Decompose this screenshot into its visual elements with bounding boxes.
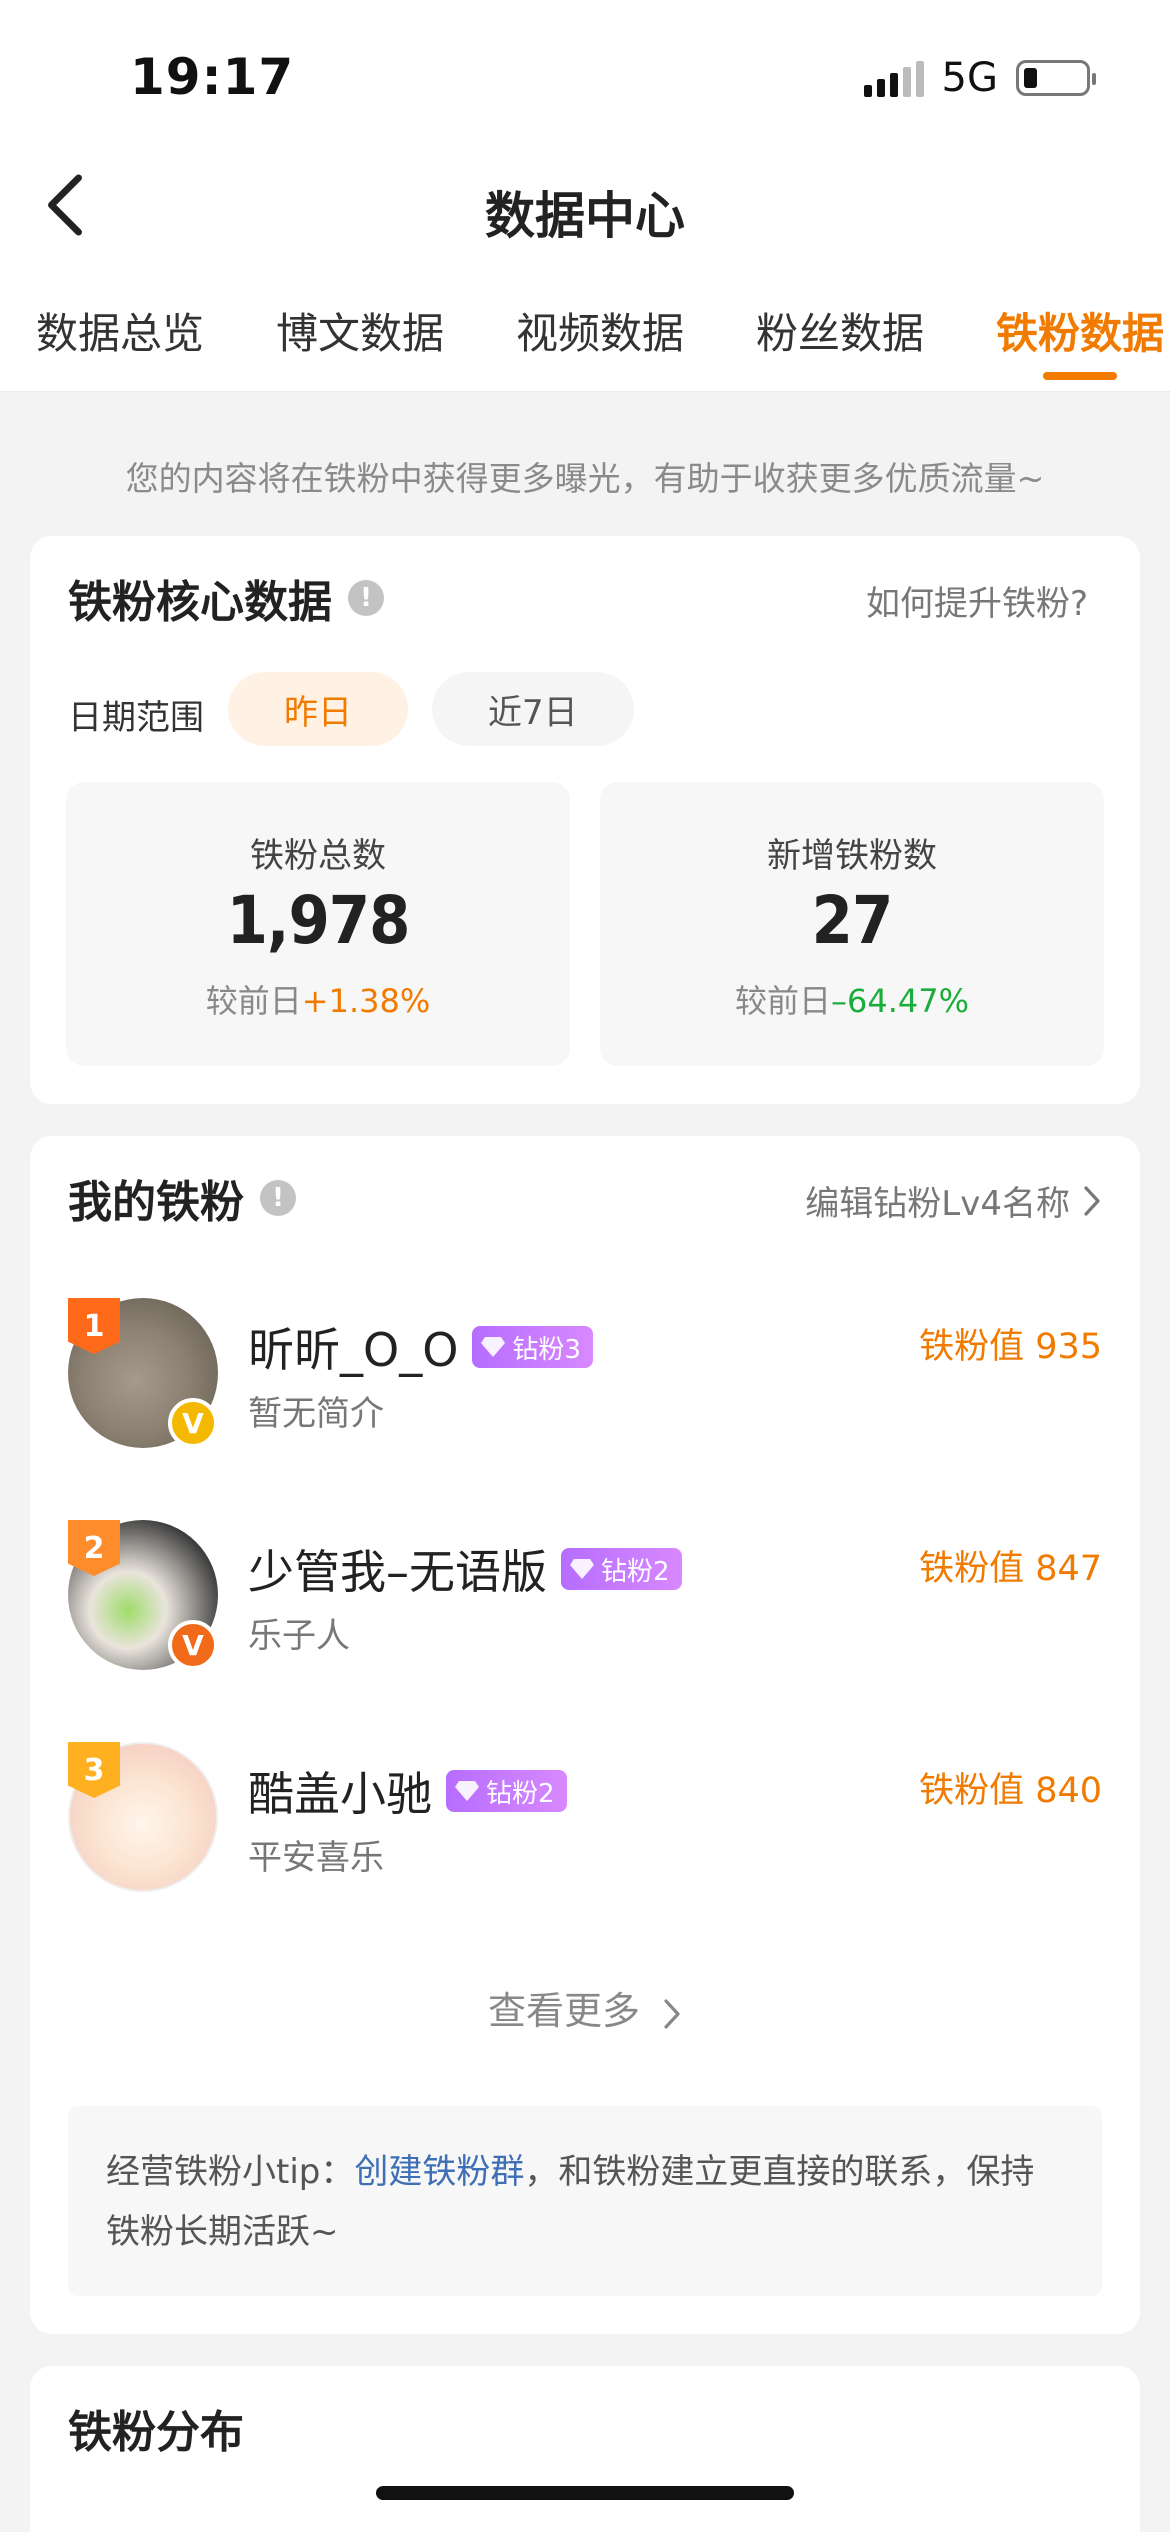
info-icon[interactable]: ! bbox=[260, 1180, 296, 1216]
nav-bar: 数据中心 bbox=[0, 140, 1170, 280]
signal-icon bbox=[863, 59, 924, 97]
diamond-level-badge: 钻粉3 bbox=[472, 1326, 593, 1368]
diamond-level-badge: 钻粉2 bbox=[446, 1770, 567, 1812]
stat-value: 27 bbox=[811, 882, 894, 959]
stat-label: 铁粉总数 bbox=[250, 836, 386, 876]
my-fans-card: 我的铁粉 ! 编辑钻粉Lv4名称 1 V 昕昕_O_O 钻粉3 暂无简介 铁粉值… bbox=[30, 1136, 1140, 2334]
date-option-yesterday[interactable]: 昨日 bbox=[228, 672, 408, 746]
my-fans-title-text: 我的铁粉 bbox=[68, 1177, 244, 1228]
stat-change: 较前日+1.38% bbox=[66, 976, 570, 1022]
tip-prefix: 经营铁粉小tip： bbox=[106, 2152, 355, 2192]
fan-row[interactable]: 2 V 少管我–无语版 钻粉2 乐子人 铁粉值 847 bbox=[68, 1520, 1102, 1680]
stat-label: 新增铁粉数 bbox=[767, 836, 937, 876]
level-badge-text: 钻粉2 bbox=[601, 1556, 670, 1587]
fan-score: 铁粉值 847 bbox=[919, 1549, 1102, 1589]
fan-name-text: 酷盖小驰 bbox=[248, 1767, 432, 1821]
date-range-label: 日期范围 bbox=[68, 698, 204, 738]
core-data-card: 铁粉核心数据 ! 如何提升铁粉? 日期范围 昨日 近7日 铁粉总数 1,978 … bbox=[30, 536, 1140, 1104]
fan-bio: 平安喜乐 bbox=[248, 1838, 384, 1878]
level-badge-text: 钻粉2 bbox=[486, 1778, 555, 1809]
core-data-title: 铁粉核心数据 ! bbox=[68, 566, 384, 630]
home-indicator bbox=[376, 2486, 794, 2500]
fan-row[interactable]: 1 V 昕昕_O_O 钻粉3 暂无简介 铁粉值 935 bbox=[68, 1298, 1102, 1458]
view-more-button[interactable]: 查看更多 bbox=[30, 1980, 1140, 2035]
tab-overview[interactable]: 数据总览 bbox=[36, 300, 204, 361]
fan-score: 铁粉值 935 bbox=[919, 1327, 1102, 1367]
active-tab-indicator bbox=[1043, 372, 1117, 380]
edit-level-name-link[interactable]: 编辑钻粉Lv4名称 bbox=[805, 1176, 1102, 1225]
level-badge-text: 钻粉3 bbox=[512, 1334, 581, 1365]
stat-change-value: –64.47% bbox=[831, 982, 970, 1020]
stat-change-prefix: 较前日 bbox=[734, 982, 831, 1020]
stat-change-value: +1.38% bbox=[301, 982, 431, 1020]
avatar: 3 bbox=[68, 1742, 218, 1892]
fan-name: 酷盖小驰 钻粉2 bbox=[248, 1758, 567, 1824]
tab-videos[interactable]: 视频数据 bbox=[516, 300, 684, 361]
tip-box: 经营铁粉小tip：创建铁粉群，和铁粉建立更直接的联系，保持铁粉长期活跃~ bbox=[68, 2106, 1102, 2296]
verified-icon: V bbox=[168, 1620, 218, 1670]
date-option-7days[interactable]: 近7日 bbox=[432, 672, 634, 746]
create-fan-group-link[interactable]: 创建铁粉群 bbox=[354, 2152, 524, 2192]
fan-score: 铁粉值 840 bbox=[919, 1771, 1102, 1811]
tab-posts[interactable]: 博文数据 bbox=[276, 300, 444, 361]
status-icons: 5G bbox=[863, 55, 1096, 101]
stat-total-fans: 铁粉总数 1,978 较前日+1.38% bbox=[66, 782, 570, 1066]
network-label: 5G bbox=[941, 55, 998, 101]
diamond-level-badge: 钻粉2 bbox=[561, 1548, 682, 1590]
stat-change-prefix: 较前日 bbox=[205, 982, 302, 1020]
stat-change: 较前日–64.47% bbox=[600, 976, 1104, 1022]
fan-row[interactable]: 3 酷盖小驰 钻粉2 平安喜乐 铁粉值 840 bbox=[68, 1742, 1102, 1902]
fan-name: 昕昕_O_O 钻粉3 bbox=[248, 1314, 593, 1380]
verified-icon: V bbox=[168, 1398, 218, 1448]
fan-name: 少管我–无语版 钻粉2 bbox=[248, 1536, 682, 1602]
core-data-title-text: 铁粉核心数据 bbox=[68, 577, 332, 628]
fan-bio: 暂无简介 bbox=[248, 1394, 384, 1434]
status-bar: 19:17 5G bbox=[0, 0, 1170, 140]
tab-fans[interactable]: 粉丝数据 bbox=[756, 300, 924, 361]
avatar: 1 V bbox=[68, 1298, 218, 1448]
view-more-text: 查看更多 bbox=[487, 1989, 640, 2033]
notice-text: 您的内容将在铁粉中获得更多曝光，有助于收获更多优质流量~ bbox=[125, 459, 1045, 498]
diamond-icon bbox=[455, 1781, 479, 1801]
chevron-right-icon bbox=[664, 1998, 680, 2029]
stat-new-fans: 新增铁粉数 27 较前日–64.47% bbox=[600, 782, 1104, 1066]
distribution-title: 铁粉分布 bbox=[68, 2407, 244, 2458]
distribution-card: 铁粉分布 bbox=[30, 2366, 1140, 2532]
avatar: 2 V bbox=[68, 1520, 218, 1670]
edit-level-name-text: 编辑钻粉Lv4名称 bbox=[805, 1184, 1070, 1224]
diamond-icon bbox=[570, 1559, 594, 1579]
stat-value: 1,978 bbox=[226, 882, 411, 959]
how-to-improve-link[interactable]: 如何提升铁粉? bbox=[866, 576, 1088, 625]
info-icon[interactable]: ! bbox=[348, 580, 384, 616]
tab-bar: 数据总览 博文数据 视频数据 粉丝数据 铁粉数据 bbox=[0, 280, 1170, 392]
my-fans-title: 我的铁粉 ! bbox=[68, 1166, 296, 1230]
tab-iron-fans[interactable]: 铁粉数据 bbox=[996, 300, 1164, 361]
fan-name-text: 少管我–无语版 bbox=[248, 1545, 547, 1599]
diamond-icon bbox=[481, 1337, 506, 1357]
status-time: 19:17 bbox=[130, 48, 295, 106]
page-title: 数据中心 bbox=[485, 187, 685, 245]
fan-name-text: 昕昕_O_O bbox=[248, 1323, 459, 1377]
fan-bio: 乐子人 bbox=[248, 1616, 350, 1656]
battery-icon bbox=[1016, 60, 1096, 96]
chevron-right-icon bbox=[1084, 1185, 1100, 1216]
